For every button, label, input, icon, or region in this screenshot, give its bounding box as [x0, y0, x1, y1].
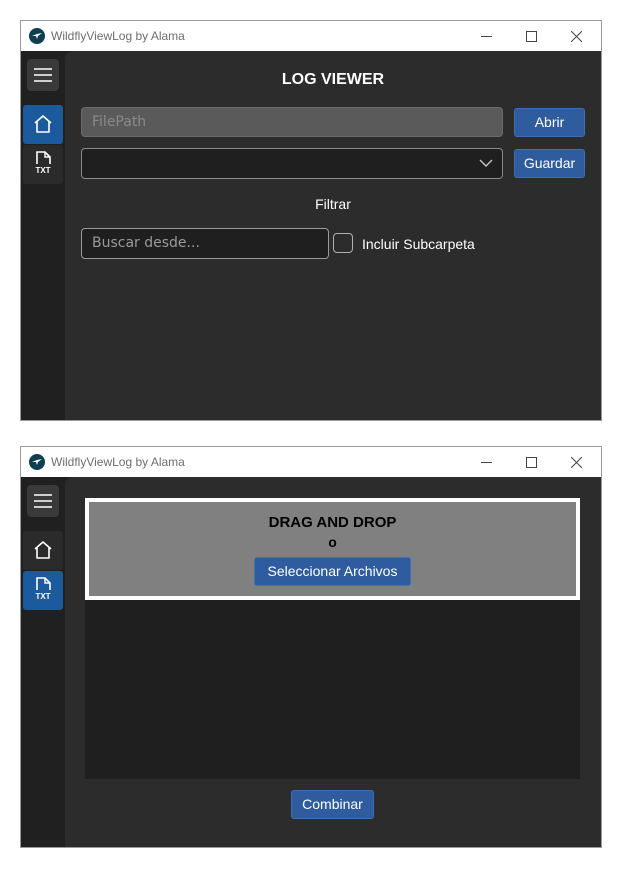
title-bar[interactable]: WildflyViewLog by Alama [21, 21, 601, 51]
close-button[interactable] [554, 21, 599, 51]
close-button[interactable] [554, 447, 599, 477]
sidebar-item-label: TXT [35, 166, 51, 175]
select-files-button[interactable]: Seleccionar Archivos [254, 557, 411, 586]
sidebar: TXT [21, 477, 65, 847]
maximize-icon [526, 31, 537, 42]
log-viewer-content: LOG VIEWER FilePath Abrir Guardar Filtra… [65, 51, 601, 420]
save-button[interactable]: Guardar [514, 149, 585, 178]
menu-button[interactable] [27, 59, 59, 91]
minimize-button[interactable] [464, 447, 509, 477]
home-icon [34, 541, 52, 559]
drop-or-text: o [328, 534, 337, 550]
maximize-icon [526, 457, 537, 468]
filepath-input[interactable]: FilePath [81, 107, 503, 137]
app-logo-icon [29, 28, 45, 44]
log-file-select[interactable] [81, 148, 503, 179]
merge-window: WildflyViewLog by Alama TXT DRAG AND DRO… [20, 446, 602, 848]
search-input[interactable]: Buscar desde... [81, 228, 329, 259]
open-button[interactable]: Abrir [514, 108, 585, 137]
maximize-button[interactable] [509, 21, 554, 51]
hamburger-menu-icon [34, 494, 52, 508]
home-icon [34, 115, 52, 133]
files-list[interactable] [85, 600, 580, 779]
filter-label: Filtrar [315, 196, 351, 212]
combine-button[interactable]: Combinar [291, 790, 374, 819]
maximize-button[interactable] [509, 447, 554, 477]
close-icon [571, 31, 582, 42]
include-subfolder-checkbox[interactable] [333, 233, 353, 253]
title-bar[interactable]: WildflyViewLog by Alama [21, 447, 601, 477]
menu-button[interactable] [27, 485, 59, 517]
hamburger-menu-icon [34, 68, 52, 82]
drag-drop-zone[interactable]: DRAG AND DROP o Seleccionar Archivos [85, 498, 580, 600]
chevron-down-icon [479, 159, 493, 167]
sidebar-item-home[interactable] [23, 105, 63, 144]
sidebar-item-label: TXT [35, 592, 51, 601]
drop-title: DRAG AND DROP [268, 514, 397, 531]
minimize-button[interactable] [464, 21, 509, 51]
log-viewer-window: WildflyViewLog by Alama TXT LOG VIEWER F… [20, 20, 602, 421]
txt-file-icon [36, 151, 51, 164]
sidebar-item-txt[interactable]: TXT [23, 145, 63, 184]
minimize-icon [481, 36, 492, 37]
sidebar-item-txt[interactable]: TXT [23, 571, 63, 610]
include-subfolder-label[interactable]: Incluir Subcarpeta [362, 236, 475, 252]
sidebar: TXT [21, 51, 65, 420]
window-title: WildflyViewLog by Alama [51, 455, 185, 469]
close-icon [571, 457, 582, 468]
page-title: LOG VIEWER [281, 71, 385, 88]
minimize-icon [481, 462, 492, 463]
window-title: WildflyViewLog by Alama [51, 29, 185, 43]
txt-file-icon [36, 577, 51, 590]
merge-content: DRAG AND DROP o Seleccionar Archivos Com… [65, 477, 601, 847]
app-logo-icon [29, 454, 45, 470]
sidebar-item-home[interactable] [23, 531, 63, 570]
